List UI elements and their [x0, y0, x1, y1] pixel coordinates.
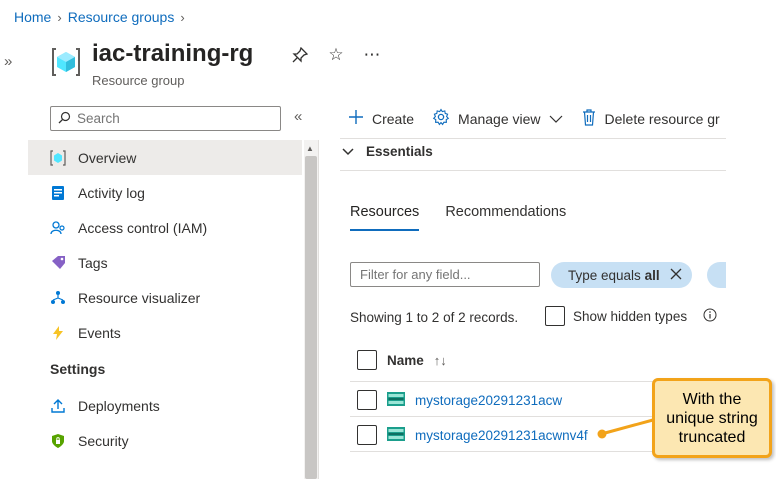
show-hidden-types-option: Show hidden types: [545, 306, 687, 326]
trash-icon: [581, 108, 597, 129]
iam-icon: [50, 220, 66, 236]
sidebar-item-overview[interactable]: Overview: [28, 140, 302, 175]
collapse-sidebar-icon[interactable]: «: [294, 108, 302, 125]
manage-view-button[interactable]: Manage view: [432, 108, 563, 129]
breadcrumb-resource-groups-link[interactable]: Resource groups: [68, 9, 175, 25]
pin-icon[interactable]: [290, 45, 310, 65]
sidebar-item-label: Security: [78, 432, 129, 449]
sidebar-item-label: Resource visualizer: [78, 289, 201, 306]
filter-pill-prefix: Type equals: [568, 267, 641, 283]
annotation-callout: With the unique string truncated: [652, 378, 772, 458]
command-bar: Create Manage view Delete resource gr: [348, 106, 726, 131]
resource-group-icon: [50, 46, 82, 78]
plus-icon: [348, 109, 364, 128]
sidebar-item-label: Access control (IAM): [78, 219, 208, 236]
page-title: iac-training-rg: [92, 40, 254, 67]
name-column-header[interactable]: Name: [387, 353, 424, 368]
activity-log-icon: [50, 185, 66, 201]
sidebar-item-events[interactable]: Events: [28, 315, 302, 350]
panel-divider: [318, 140, 319, 479]
chevron-right-icon: ›: [57, 9, 62, 25]
sidebar-item-label: Deployments: [78, 397, 160, 414]
resource-link[interactable]: mystorage20291231acw: [415, 393, 562, 408]
chevron-down-icon: [549, 111, 563, 127]
row-checkbox[interactable]: [357, 390, 377, 410]
table-row: mystorage20291231acwnv4f: [357, 425, 588, 445]
favorite-star-icon[interactable]: ☆: [326, 45, 346, 65]
filter-input[interactable]: [360, 267, 530, 282]
table-header: Name ↑↓: [357, 350, 447, 370]
manage-view-label: Manage view: [458, 110, 541, 127]
tag-icon: [50, 255, 66, 271]
breadcrumb: Home › Resource groups ›: [14, 9, 185, 25]
sidebar-item-label: Activity log: [78, 184, 145, 201]
sidebar-item-label: Events: [78, 324, 121, 341]
header-actions: ☆ ⋯: [290, 45, 382, 65]
sidebar-search[interactable]: [50, 106, 281, 131]
events-icon: [50, 325, 66, 341]
add-filter-pill[interactable]: [707, 262, 726, 288]
show-hidden-types-label: Show hidden types: [573, 308, 688, 324]
filter-field[interactable]: [350, 262, 540, 287]
records-count: Showing 1 to 2 of 2 records.: [350, 310, 519, 325]
info-icon[interactable]: [703, 308, 717, 327]
page-subtitle: Resource group: [92, 73, 185, 88]
shield-icon: [50, 433, 66, 449]
search-icon: [58, 111, 71, 127]
select-all-checkbox[interactable]: [357, 350, 377, 370]
sidebar-item-security[interactable]: Security: [28, 423, 302, 458]
sidebar-search-input[interactable]: [77, 111, 267, 126]
sort-icon[interactable]: ↑↓: [434, 353, 447, 368]
sidebar-item-iam[interactable]: Access control (IAM): [28, 210, 302, 245]
command-bar-divider: [340, 138, 726, 139]
essentials-label: Essentials: [366, 144, 433, 159]
storage-account-icon: [387, 391, 405, 409]
type-filter-pill[interactable]: Type equals all: [551, 262, 692, 288]
sidebar-section-settings: Settings: [50, 361, 106, 377]
more-options-icon[interactable]: ⋯: [362, 45, 382, 65]
deployments-icon: [50, 398, 66, 414]
sidebar-nav: Overview Activity log Access control (IA…: [28, 140, 302, 458]
sidebar-item-tags[interactable]: Tags: [28, 245, 302, 280]
sidebar-item-label: Overview: [78, 149, 137, 166]
storage-account-icon: [387, 426, 405, 444]
close-icon[interactable]: [670, 268, 682, 283]
essentials-divider: [340, 170, 726, 171]
table-row: mystorage20291231acw: [357, 390, 562, 410]
delete-resource-group-button[interactable]: Delete resource gr: [581, 108, 720, 129]
sidebar-item-deployments[interactable]: Deployments: [28, 388, 302, 423]
resource-link[interactable]: mystorage20291231acwnv4f: [415, 428, 588, 443]
resource-visualizer-icon: [50, 290, 66, 306]
show-hidden-types-checkbox[interactable]: [545, 306, 565, 326]
filter-pill-label: Type equals all: [568, 268, 660, 283]
delete-label: Delete resource gr: [604, 110, 720, 127]
create-button[interactable]: Create: [348, 109, 414, 128]
tab-recommendations[interactable]: Recommendations: [445, 204, 566, 231]
sidebar-item-activity-log[interactable]: Activity log: [28, 175, 302, 210]
tab-resources[interactable]: Resources: [350, 204, 420, 231]
sidebar-scrollbar-thumb[interactable]: [305, 156, 317, 479]
filter-pill-value: all: [644, 267, 660, 283]
gear-icon: [432, 108, 450, 129]
chevron-down-icon: [342, 144, 354, 159]
chevron-right-icon: ›: [180, 9, 185, 25]
expand-menu-icon[interactable]: »: [4, 53, 12, 70]
create-label: Create: [372, 110, 415, 127]
overview-icon: [50, 149, 66, 166]
breadcrumb-home-link[interactable]: Home: [14, 9, 51, 25]
essentials-toggle[interactable]: Essentials: [342, 144, 433, 159]
resource-tabs: Resources Recommendations: [350, 204, 566, 231]
sidebar-item-label: Tags: [78, 254, 108, 271]
row-checkbox[interactable]: [357, 425, 377, 445]
sidebar-item-resource-visualizer[interactable]: Resource visualizer: [28, 280, 302, 315]
scroll-up-arrow-icon[interactable]: ▲: [306, 144, 314, 153]
